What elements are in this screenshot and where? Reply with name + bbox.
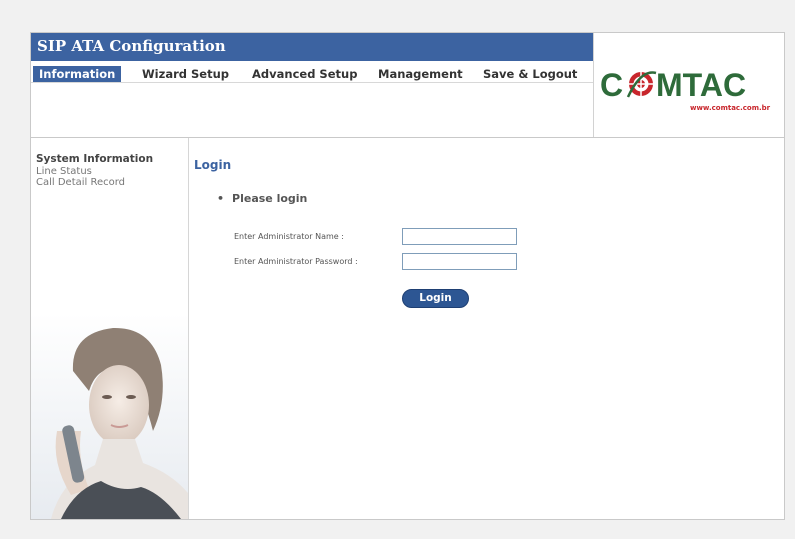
- admin-name-label: Enter Administrator Name :: [234, 232, 344, 241]
- company-logo: C MTAC www.comtac.com.br: [593, 33, 784, 137]
- woman-on-phone-photo: [31, 313, 188, 519]
- sidebar: System Information Line Status Call Deta…: [31, 138, 189, 519]
- title-bar: SIP ATA Configuration: [31, 33, 593, 61]
- tab-information[interactable]: Information: [33, 66, 122, 82]
- sidebar-item-call-detail-record[interactable]: Call Detail Record: [36, 177, 125, 188]
- globe-target-icon: [623, 66, 659, 102]
- logo-text-left: C: [600, 67, 623, 103]
- admin-password-label: Enter Administrator Password :: [234, 257, 358, 266]
- sidebar-item-line-status[interactable]: Line Status: [36, 166, 92, 177]
- logo-svg: C MTAC: [600, 66, 746, 103]
- logo-url: www.comtac.com.br: [690, 104, 771, 112]
- header: SIP ATA Configuration Information Wizard…: [31, 33, 784, 138]
- app-title: SIP ATA Configuration: [37, 37, 226, 55]
- login-button[interactable]: Login: [402, 289, 469, 308]
- admin-password-input[interactable]: [402, 253, 517, 270]
- tab-management[interactable]: Management: [378, 66, 463, 82]
- login-prompt-text: Please login: [232, 192, 308, 205]
- logo-text-right: MTAC: [656, 67, 746, 103]
- app-frame: SIP ATA Configuration Information Wizard…: [30, 32, 785, 520]
- login-prompt: • Please login: [217, 192, 307, 205]
- sidebar-item-system-information[interactable]: System Information: [36, 154, 153, 165]
- tab-advanced-setup[interactable]: Advanced Setup: [252, 66, 357, 82]
- tab-wizard-setup[interactable]: Wizard Setup: [142, 66, 229, 82]
- page-title: Login: [194, 158, 232, 172]
- tab-save-logout[interactable]: Save & Logout: [483, 66, 577, 82]
- admin-name-input[interactable]: [402, 228, 517, 245]
- main-content: Login • Please login Enter Administrator …: [189, 138, 784, 519]
- tab-bar: Information Wizard Setup Advanced Setup …: [31, 66, 593, 83]
- bullet-dot-icon: •: [217, 192, 225, 205]
